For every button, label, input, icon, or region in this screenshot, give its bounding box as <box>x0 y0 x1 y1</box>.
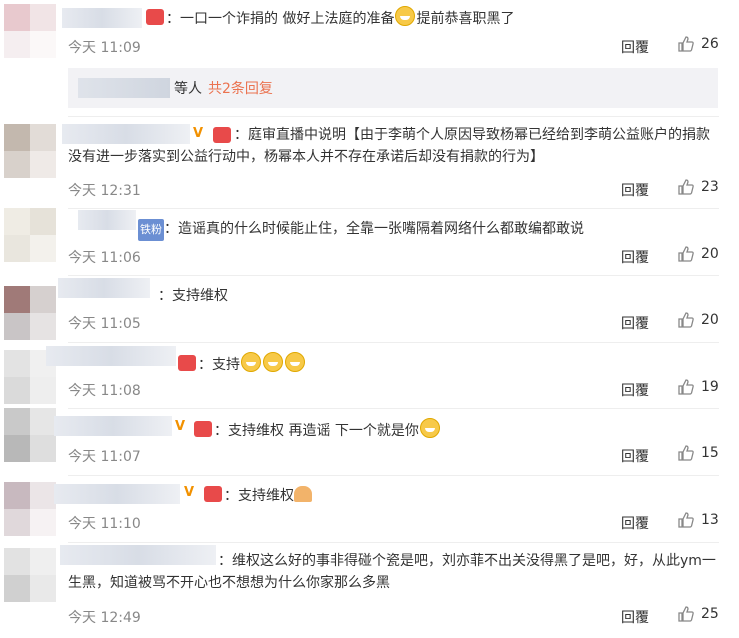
username[interactable] <box>54 484 180 504</box>
avatar[interactable] <box>4 408 56 462</box>
avatar[interactable] <box>4 286 56 340</box>
like-button[interactable]: 20 <box>677 245 719 263</box>
comment-time: 今天 11:09 <box>68 40 141 56</box>
reply-button[interactable]: 回覆 <box>621 247 649 267</box>
avatar[interactable] <box>4 4 56 58</box>
avatar[interactable] <box>4 208 56 262</box>
comment-text: ：庭审直播中说明【由于李萌个人原因导致杨幂已经给到李萌公益账户的捐款没有进一步落… <box>68 127 710 165</box>
reply-button[interactable]: 回覆 <box>621 180 649 200</box>
reply-button[interactable]: 回覆 <box>621 607 649 627</box>
vip-icon: V <box>175 419 186 434</box>
like-count: 13 <box>701 512 719 528</box>
grin-emoji-icon <box>263 352 283 372</box>
comment-time: 今天 11:08 <box>68 383 141 399</box>
thumbs-up-icon <box>678 36 694 52</box>
reply-who: 等人 <box>174 81 202 97</box>
iron-fan-badge: 铁粉 <box>138 219 164 241</box>
thumbs-up-icon <box>678 312 694 328</box>
reply-button[interactable]: 回覆 <box>621 513 649 533</box>
like-count: 20 <box>701 246 719 262</box>
fan-badge-icon <box>178 355 196 371</box>
username[interactable] <box>62 8 142 28</box>
divider <box>68 208 719 209</box>
comment-text: ：维权这么好的事非得碰个瓷是吧，刘亦菲不出关没得黑了是吧，好，从此ym一生黑，知… <box>68 553 716 591</box>
more-replies-link[interactable]: 共2条回复 <box>208 78 273 98</box>
comment-text: ：一口一个诈捐的 做好上法庭的准备 提前恭喜职黑了 <box>146 6 719 30</box>
reply-username[interactable] <box>78 78 170 98</box>
flex-arm-emoji-icon <box>294 486 312 502</box>
like-button[interactable]: 15 <box>677 444 719 462</box>
smile-emoji-icon <box>419 418 440 438</box>
reply-button[interactable]: 回覆 <box>621 313 649 333</box>
avatar[interactable] <box>4 548 56 602</box>
username[interactable] <box>54 416 172 436</box>
like-button[interactable]: 19 <box>677 378 719 396</box>
like-count: 26 <box>701 36 719 52</box>
avatar[interactable] <box>4 482 56 536</box>
username[interactable] <box>78 210 136 230</box>
reply-summary[interactable]: 等人 共2条回复 <box>68 68 718 108</box>
thumbs-up-icon <box>678 606 694 622</box>
divider <box>68 275 719 276</box>
divider <box>68 408 719 409</box>
vip-icon: V <box>184 485 195 500</box>
fan-badge-icon <box>194 421 212 437</box>
avatar[interactable] <box>4 124 56 178</box>
like-button[interactable]: 13 <box>677 511 719 529</box>
comment-text: 铁粉 ：造谣真的什么时候能止住，全靠一张嘴隔着网络什么都敢编都敢说 <box>138 218 719 241</box>
comment-text: ：支持 <box>178 352 719 376</box>
reply-button[interactable]: 回覆 <box>621 380 649 400</box>
like-count: 19 <box>701 379 719 395</box>
fan-badge-icon <box>146 9 164 25</box>
username[interactable] <box>58 278 150 298</box>
shush-emoji-icon <box>395 6 416 26</box>
grin-emoji-icon <box>285 352 305 372</box>
comment-time: 今天 11:10 <box>68 516 141 532</box>
thumbs-up-icon <box>678 246 694 262</box>
like-count: 23 <box>701 179 719 195</box>
divider <box>68 542 719 543</box>
divider <box>68 342 719 343</box>
comment-text: ：支持维权 <box>158 288 228 304</box>
comment-time: 今天 11:05 <box>68 316 141 332</box>
like-button[interactable]: 20 <box>677 311 719 329</box>
grin-emoji-icon <box>241 352 261 372</box>
like-button[interactable]: 25 <box>677 605 719 623</box>
thumbs-up-icon <box>678 379 694 395</box>
comment-time: 今天 11:07 <box>68 449 141 465</box>
reply-button[interactable]: 回覆 <box>621 446 649 466</box>
thumbs-up-icon <box>678 445 694 461</box>
divider <box>68 116 719 117</box>
like-button[interactable]: 26 <box>677 35 719 53</box>
thumbs-up-icon <box>678 179 694 195</box>
reply-button[interactable]: 回覆 <box>621 37 649 57</box>
comment-text: ：支持维权 再造谣 下一个就是你 <box>194 418 719 442</box>
comment-time: 今天 12:49 <box>68 610 141 626</box>
comment-time: 今天 12:31 <box>68 183 141 199</box>
comment-time: 今天 11:06 <box>68 250 141 266</box>
like-count: 25 <box>701 606 719 622</box>
divider <box>68 475 719 476</box>
comment-text: ：支持维权 <box>204 485 719 507</box>
thumbs-up-icon <box>678 512 694 528</box>
like-count: 15 <box>701 445 719 461</box>
username[interactable] <box>46 346 176 366</box>
like-button[interactable]: 23 <box>677 178 719 196</box>
fan-badge-icon <box>204 486 222 502</box>
like-count: 20 <box>701 312 719 328</box>
